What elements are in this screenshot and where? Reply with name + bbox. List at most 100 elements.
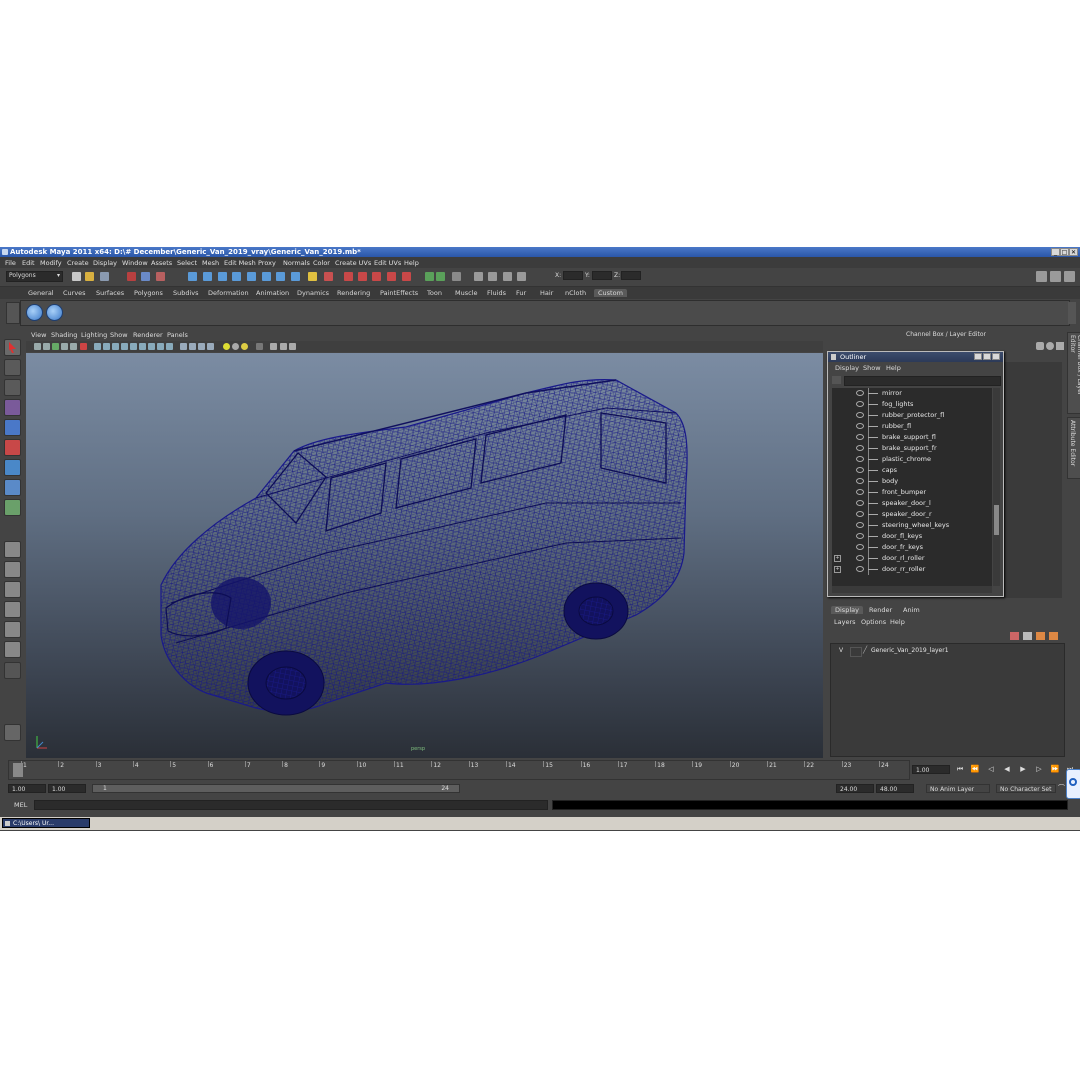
attribute-editor-toggle-icon[interactable]: [1036, 271, 1047, 282]
tab-curves[interactable]: Curves: [63, 289, 86, 297]
outliner-item-plastic-chrome[interactable]: plastic_chrome: [832, 454, 992, 465]
checker-icon[interactable]: [207, 343, 214, 350]
menu-select[interactable]: Select: [177, 259, 197, 267]
outliner-menu-help[interactable]: Help: [886, 364, 901, 372]
channel-box-key-icon[interactable]: [1046, 342, 1054, 350]
outliner-item-door-fr-keys[interactable]: door_fr_keys: [832, 542, 992, 553]
sphere-icon[interactable]: [232, 343, 239, 350]
menu-edit-uvs[interactable]: Edit UVs: [374, 259, 401, 267]
z-field[interactable]: [621, 271, 641, 280]
tab-hair[interactable]: Hair: [540, 289, 553, 297]
outliner-item-fog-lights[interactable]: fog_lights: [832, 399, 992, 410]
viewport-menu-lighting[interactable]: Lighting: [81, 331, 107, 339]
auto-key-icon[interactable]: ⌒: [1058, 784, 1066, 793]
lock-selection-icon[interactable]: [308, 272, 317, 281]
tab-surfaces[interactable]: Surfaces: [96, 289, 124, 297]
move-tool-icon[interactable]: [4, 399, 21, 416]
expand-icon[interactable]: +: [834, 555, 841, 562]
save-scene-icon[interactable]: [100, 272, 109, 281]
preferences-icon[interactable]: [1066, 769, 1080, 799]
camera-attributes-icon[interactable]: [43, 343, 50, 350]
pick-mask-icon-4[interactable]: [232, 272, 241, 281]
show-manipulator-icon[interactable]: [4, 499, 21, 516]
layout-options-icon[interactable]: [4, 662, 21, 679]
viewport-menu-renderer[interactable]: Renderer: [133, 331, 163, 339]
wireframe-on-shaded-icon[interactable]: [112, 343, 119, 350]
input-ops-icon[interactable]: [425, 272, 434, 281]
light-icon[interactable]: [223, 343, 230, 350]
menu-help[interactable]: Help: [404, 259, 419, 267]
command-input[interactable]: [34, 800, 548, 810]
bookmarks-icon[interactable]: [52, 343, 59, 350]
tab-muscle[interactable]: Muscle: [455, 289, 478, 297]
custom-shelf-button-2[interactable]: [46, 304, 63, 321]
side-tab-channel-box[interactable]: Channel Box / Layer Editor: [1067, 332, 1080, 414]
outliner-filter-icon[interactable]: [832, 376, 841, 384]
tab-ncloth[interactable]: nCloth: [565, 289, 586, 297]
custom-shelf-button-1[interactable]: [26, 304, 43, 321]
move-layer-down-icon[interactable]: [1023, 632, 1032, 640]
minimized-window-button[interactable]: C:\Users\ Ur...: [2, 818, 90, 828]
layer-color-swatch-icon[interactable]: ╱: [863, 646, 867, 654]
viewport-menu-panels[interactable]: Panels: [167, 331, 188, 339]
new-scene-icon[interactable]: [72, 272, 81, 281]
character-set-dropdown[interactable]: No Character Set: [996, 784, 1056, 793]
snap-grid-icon[interactable]: [344, 272, 353, 281]
tab-toon[interactable]: Toon: [427, 289, 442, 297]
move-layer-up-icon[interactable]: [1010, 632, 1019, 640]
soft-modification-icon[interactable]: [4, 479, 21, 496]
outliner-vertical-scrollbar[interactable]: [993, 388, 1000, 586]
outliner-menu-show[interactable]: Show: [863, 364, 881, 372]
snap-point-icon[interactable]: [372, 272, 381, 281]
xray-active-icon[interactable]: [189, 343, 196, 350]
select-tool-icon[interactable]: [4, 339, 21, 356]
pick-mask-icon-1[interactable]: [188, 272, 197, 281]
resolution-gate-icon[interactable]: [256, 343, 263, 350]
grid-toggle-icon[interactable]: [70, 343, 77, 350]
persp-graph-layout-icon[interactable]: [4, 601, 21, 618]
render-current-icon[interactable]: [488, 272, 497, 281]
menu-assets[interactable]: Assets: [151, 259, 172, 267]
outliner-search-input[interactable]: [844, 376, 1001, 386]
open-scene-icon[interactable]: [85, 272, 94, 281]
tab-custom[interactable]: Custom: [594, 289, 627, 297]
expand-icon[interactable]: +: [834, 566, 841, 573]
rotate-tool-icon[interactable]: [4, 419, 21, 436]
smooth-shade-icon[interactable]: [103, 343, 110, 350]
create-empty-layer-icon[interactable]: [1036, 632, 1045, 640]
side-tab-attribute-editor[interactable]: Attribute Editor: [1067, 417, 1080, 479]
hypershade-layout-icon[interactable]: [4, 621, 21, 638]
select-object-icon[interactable]: [141, 272, 150, 281]
xray-joints-icon[interactable]: [130, 343, 137, 350]
menu-create[interactable]: Create: [67, 259, 89, 267]
outliner-close-button[interactable]: [992, 353, 1000, 360]
pick-mask-icon-5[interactable]: [247, 272, 256, 281]
menu-edit[interactable]: Edit: [22, 259, 35, 267]
use-all-lights-icon[interactable]: [241, 343, 248, 350]
select-component-icon[interactable]: [156, 272, 165, 281]
image-plane-icon[interactable]: [61, 343, 68, 350]
default-material-icon[interactable]: [198, 343, 205, 350]
tab-subdivs[interactable]: Subdivs: [173, 289, 199, 297]
close-button[interactable]: ✕: [1069, 248, 1078, 256]
snap-curve-icon[interactable]: [358, 272, 367, 281]
time-slider[interactable]: 1 2 3 4 5 6 7 8 9 10 11 12 13 14 15 16 17 18 19 20 21 22 23 24: [8, 760, 910, 780]
shelf-scroll-icon[interactable]: [1068, 302, 1076, 324]
pick-mask-icon-6[interactable]: [262, 272, 271, 281]
step-back-frame-button[interactable]: ◁: [986, 765, 996, 774]
outliner-item-door-fl-keys[interactable]: door_fl_keys: [832, 531, 992, 542]
play-forwards-button[interactable]: ▶: [1018, 765, 1028, 774]
outliner-menu-display[interactable]: Display: [835, 364, 859, 372]
shelf-options-icon[interactable]: [6, 302, 20, 324]
viewport-menu-show[interactable]: Show: [110, 331, 128, 339]
tool-settings-toggle-icon[interactable]: [1050, 271, 1061, 282]
current-frame-field[interactable]: 1.00: [912, 765, 950, 774]
xray-icon[interactable]: [121, 343, 128, 350]
maximize-button[interactable]: □: [1060, 248, 1069, 256]
outliner-item-door-rr-roller[interactable]: + door_rr_roller: [832, 564, 992, 575]
pick-mask-icon-2[interactable]: [203, 272, 212, 281]
tab-deformation[interactable]: Deformation: [208, 289, 249, 297]
isolate-select-icon[interactable]: [180, 343, 187, 350]
channel-box-lock-icon[interactable]: [1036, 342, 1044, 350]
layer-menu-help[interactable]: Help: [890, 618, 905, 626]
